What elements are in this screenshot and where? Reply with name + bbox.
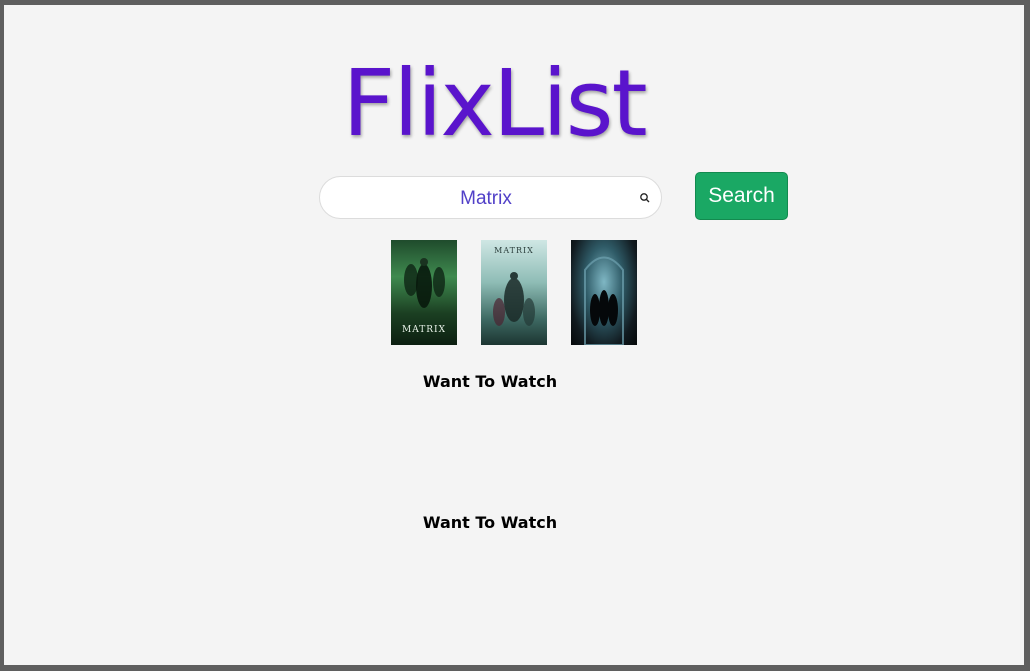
poster-caption: MATRIX — [402, 325, 446, 335]
search-results: MATRIX MATRIX — [391, 240, 637, 345]
search-button[interactable]: Search — [695, 172, 788, 220]
movie-poster[interactable]: MATRIX — [391, 240, 457, 345]
app-title: FlixList — [342, 50, 647, 157]
want-to-watch-heading: Want To Watch — [422, 513, 558, 532]
search-input[interactable] — [334, 177, 638, 220]
poster-caption: MATRIX — [494, 246, 534, 255]
movie-poster[interactable] — [571, 240, 637, 345]
search-bar[interactable] — [319, 176, 662, 220]
want-to-watch-heading: Want To Watch — [422, 372, 558, 391]
app-frame: FlixList Search MATRIX — [4, 5, 1024, 665]
poster-artwork — [584, 256, 624, 345]
poster-artwork — [493, 272, 535, 326]
search-icon[interactable] — [639, 191, 651, 203]
movie-poster[interactable]: MATRIX — [481, 240, 547, 345]
